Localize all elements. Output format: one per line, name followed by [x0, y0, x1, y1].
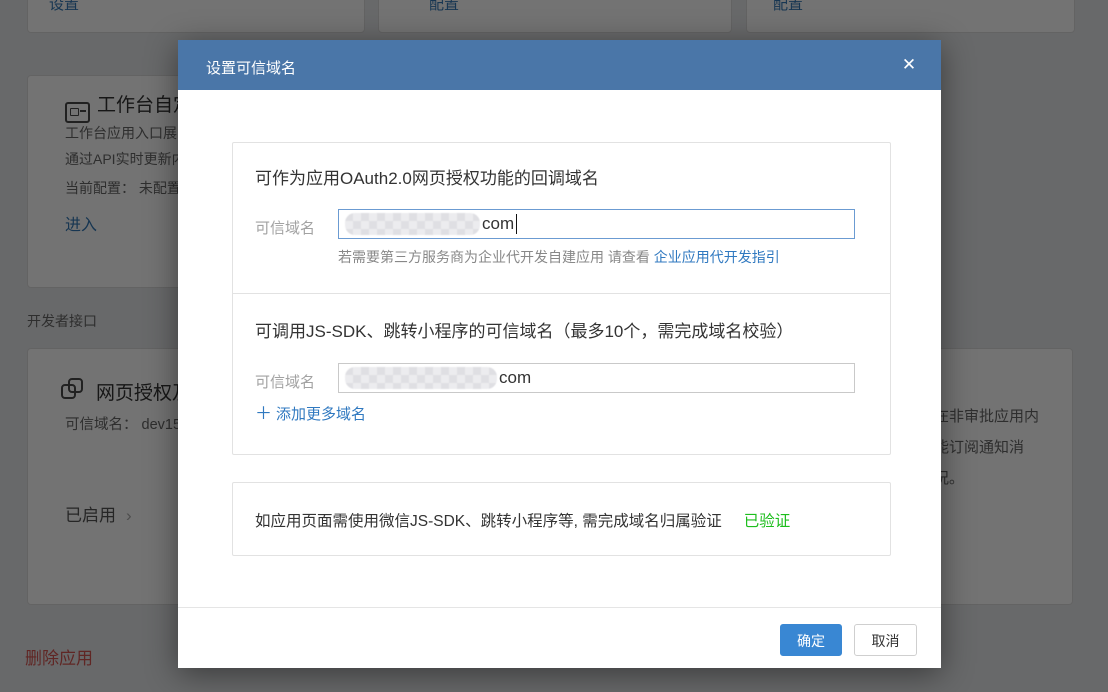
trusted-domain-modal: 设置可信域名 ✕ 可作为应用OAuth2.0网页授权功能的回调域名 可信域名 c… [178, 40, 941, 668]
modal-title: 设置可信域名 [206, 57, 296, 78]
cancel-button[interactable]: 取消 [854, 624, 917, 656]
oauth-domain-value-suffix: com [482, 214, 514, 234]
domain-settings-box: 可作为应用OAuth2.0网页授权功能的回调域名 可信域名 com 若需要第三方… [232, 142, 891, 455]
close-icon[interactable]: ✕ [897, 53, 921, 77]
oauth-section-title: 可作为应用OAuth2.0网页授权功能的回调域名 [255, 164, 599, 189]
jssdk-domain-value-suffix: com [499, 368, 531, 388]
dev-guide-link[interactable]: 企业应用代开发指引 [654, 249, 780, 265]
footer-divider [178, 607, 941, 608]
add-more-domains-link[interactable]: ＋添加更多域名 [255, 399, 366, 424]
plus-icon: ＋ [255, 404, 272, 423]
jssdk-section-title: 可调用JS-SDK、跳转小程序的可信域名（最多10个，需完成域名校验） [255, 317, 793, 342]
jssdk-domain-input[interactable]: com [338, 363, 855, 393]
domain-verify-box: 如应用页面需使用微信JS-SDK、跳转小程序等, 需完成域名归属验证已验证 [232, 482, 891, 556]
oauth-domain-input[interactable]: com [338, 209, 855, 239]
confirm-button[interactable]: 确定 [780, 624, 842, 656]
verify-text: 如应用页面需使用微信JS-SDK、跳转小程序等, 需完成域名归属验证已验证 [255, 509, 790, 531]
section-divider [233, 293, 890, 294]
oauth-helper-text: 若需要第三方服务商为企业代开发自建应用 请查看 企业应用代开发指引 [338, 247, 780, 267]
modal-header: 设置可信域名 ✕ [178, 40, 941, 90]
verified-status-link[interactable]: 已验证 [744, 513, 791, 530]
oauth-domain-label: 可信域名 [255, 217, 315, 238]
masked-domain-blur [345, 367, 497, 389]
jssdk-domain-label: 可信域名 [255, 371, 315, 392]
text-caret [516, 214, 517, 234]
masked-domain-blur [345, 213, 480, 235]
